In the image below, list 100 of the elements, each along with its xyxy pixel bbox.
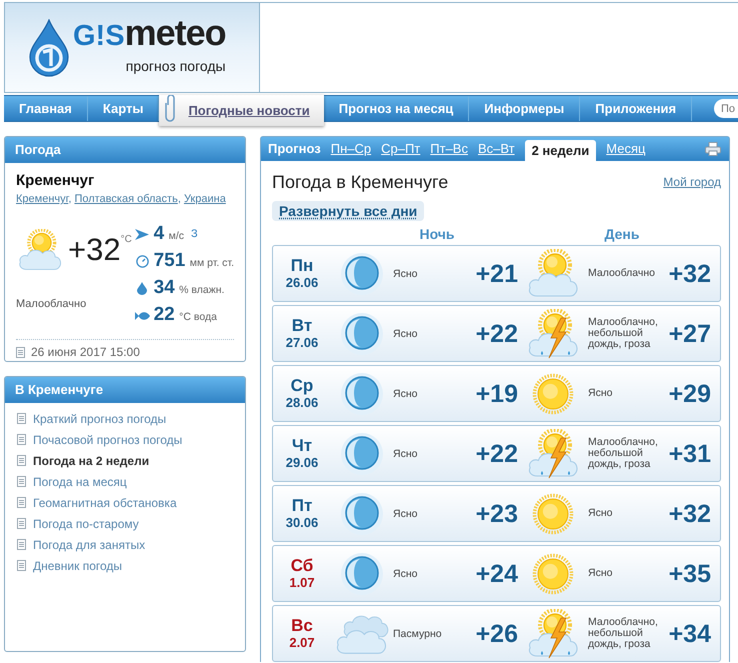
expand-all-button[interactable]: Развернуть все дни [272, 201, 424, 221]
sidebar-link[interactable]: Дневник погоды [33, 556, 122, 574]
date: 2.07 [289, 635, 315, 651]
panel-header: В Кременчуге [5, 377, 245, 403]
nav-tab[interactable]: Информеры [469, 96, 580, 121]
weather-condition: Малооблачно [16, 297, 88, 311]
fish-icon [134, 310, 150, 320]
document-icon [17, 518, 26, 529]
period-tab[interactable]: Вс–Вт [478, 139, 515, 159]
panel-header: Погода [5, 137, 245, 163]
period-tab[interactable]: Пт–Вс [430, 139, 468, 159]
document-icon [17, 476, 26, 487]
current-temperature: +32 [68, 233, 121, 267]
document-icon [17, 497, 26, 508]
printer-icon[interactable] [705, 142, 721, 156]
day-temperature: +32 [668, 260, 712, 288]
weather-description: Ясно [393, 448, 418, 460]
paperclip-icon [165, 95, 178, 123]
weather-reading: 22 °C вода [154, 303, 217, 328]
weekday: Пн [290, 256, 314, 275]
day-temperature: +35 [668, 560, 712, 588]
weather-description: Ясно [393, 328, 418, 340]
weather-description: Малооблачно, небольшой дождь, гроза [588, 617, 659, 650]
sidebar-link[interactable]: Почасовой прогноз погоды [33, 430, 182, 448]
weekday: Сб [290, 556, 314, 575]
day-temperature: +27 [668, 320, 712, 348]
night-temperature: +22 [476, 320, 518, 348]
gauge-icon [136, 255, 149, 268]
city-name: Кременчуг [16, 171, 96, 191]
weather-description: Ясно [588, 568, 614, 579]
temperature-unit: °C [120, 233, 132, 247]
nav-tab[interactable]: Погодные новости [159, 95, 324, 126]
sidebar-link[interactable]: Погода для занятых [33, 536, 146, 554]
weather-description: Ясно [588, 508, 614, 519]
date: 29.06 [286, 455, 318, 471]
weather-reading: 34 % влажн. [154, 276, 224, 300]
night-temperature: +26 [476, 620, 518, 648]
nav-tab[interactable]: Прогноз на месяц [324, 96, 470, 121]
document-icon [17, 413, 26, 424]
document-icon [17, 539, 26, 550]
logo-wordmark: G!Smeteo [73, 15, 226, 55]
date: 28.06 [286, 395, 318, 411]
period-tab[interactable]: Ср–Пт [381, 139, 420, 159]
weather-description: Малооблачно, небольшой дождь, гроза [588, 437, 659, 470]
drop-icon [137, 282, 148, 295]
day-temperature: +34 [668, 620, 712, 648]
search-field[interactable]: По [714, 99, 738, 118]
period-tab[interactable]: 2 недели [524, 140, 596, 161]
weather-description: Ясно [393, 568, 418, 580]
sidebar-link[interactable]: Погода на 2 недели [33, 452, 150, 470]
sidebar-link[interactable]: Краткий прогноз погоды [33, 410, 166, 428]
weekday: Вс [291, 616, 313, 635]
day-temperature: +29 [668, 380, 712, 408]
night-heading: Ночь [418, 224, 456, 244]
nav-tab[interactable]: Главная [4, 96, 88, 121]
date: 30.06 [286, 515, 318, 531]
my-city-link[interactable]: Мой город [663, 173, 721, 191]
weather-description: Малооблачно, небольшой дождь, гроза [588, 317, 659, 350]
forecast-label: Прогноз [268, 140, 321, 158]
weather-description: Пасмурно [393, 628, 443, 640]
drop-logo-icon [27, 18, 71, 76]
weekday: Пт [292, 496, 312, 515]
date: 1.07 [289, 575, 315, 591]
weather-description: Ясно [393, 268, 418, 280]
document-icon [17, 560, 26, 571]
day-temperature: +32 [668, 500, 712, 528]
night-temperature: +23 [476, 500, 518, 528]
night-temperature: +24 [476, 560, 518, 588]
logo-tagline: прогноз погоды [126, 59, 226, 74]
period-tab[interactable]: Месяц [606, 139, 646, 159]
weather-reading: 4 м/с [154, 222, 184, 246]
sidebar-link[interactable]: Погода по-старому [33, 514, 139, 532]
night-temperature: +21 [476, 260, 518, 288]
weather-reading: 751 мм рт. ст. [154, 249, 234, 274]
wind-direction: З [191, 227, 198, 242]
day-heading: День [604, 224, 640, 244]
location-link[interactable]: Кременчуг [16, 193, 68, 205]
sidebar-link[interactable]: Геомагнитная обстановка [33, 494, 177, 512]
weather-description: Ясно [393, 508, 418, 520]
date: 26.06 [286, 275, 318, 291]
period-tab[interactable]: Пн–Ср [330, 139, 372, 159]
location-line: Кременчуг, Полтавская область, Украина [16, 192, 227, 206]
document-icon [16, 346, 25, 358]
weather-description: Малооблачно [588, 268, 656, 279]
page-title: Погода в Кременчуге [272, 171, 448, 194]
updated-time: 26 июня 2017 15:00 [31, 345, 140, 359]
arrow-icon [135, 229, 150, 240]
location-link[interactable]: Украина [184, 193, 226, 205]
sidebar-link[interactable]: Погода на месяц [33, 472, 127, 490]
document-icon [17, 455, 26, 466]
document-icon [17, 434, 26, 445]
location-link[interactable]: Полтавская область [74, 193, 178, 205]
weather-description: Ясно [588, 388, 614, 399]
nav-tab[interactable]: Приложения [580, 96, 692, 121]
weekday: Ср [290, 376, 314, 395]
weather-description: Ясно [393, 388, 418, 400]
night-temperature: +19 [476, 380, 518, 408]
date: 27.06 [286, 335, 318, 351]
weekday: Вт [292, 316, 312, 335]
weekday: Чт [292, 436, 312, 455]
